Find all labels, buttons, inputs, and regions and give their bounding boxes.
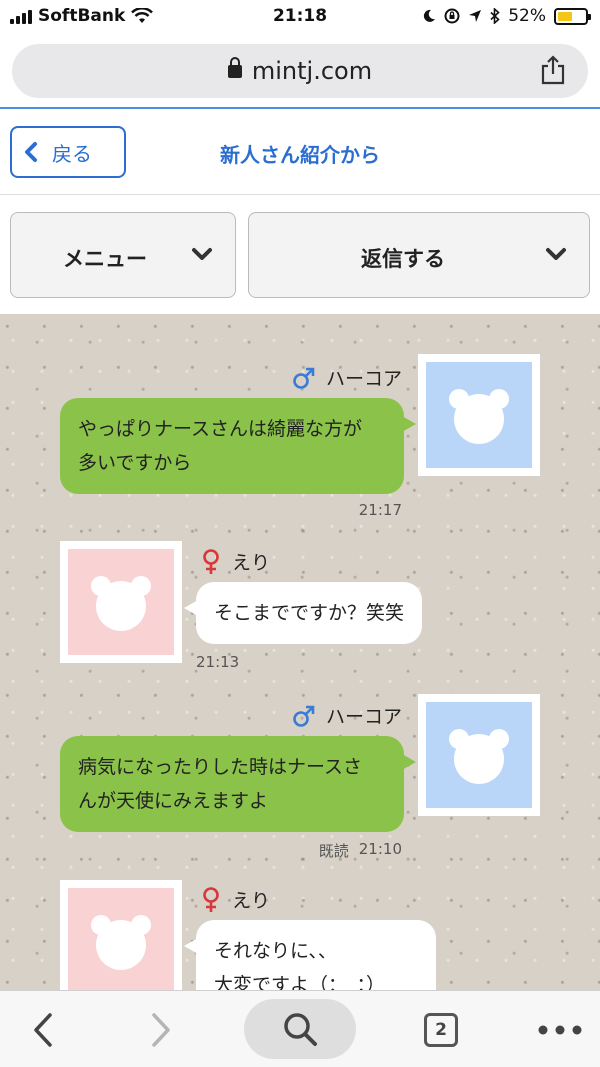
tabs-button[interactable]: 2 [416, 991, 466, 1067]
chevron-down-icon [192, 248, 212, 260]
bear-avatar-icon [91, 576, 151, 631]
message-line: 病気になったりした時はナースさ [78, 756, 363, 778]
message-meta: 既読 21:10 [319, 840, 402, 861]
sender-name: ハーコア [325, 706, 402, 728]
chevron-down-icon [546, 248, 566, 260]
avatar-image [68, 549, 174, 655]
address-bar[interactable]: mintj.com [12, 44, 588, 98]
avatar-image [68, 888, 174, 990]
sender-name-row: ハーコア [292, 364, 402, 391]
message-bubble[interactable]: そこまでですか？笑笑 [183, 582, 423, 644]
location-icon [469, 10, 482, 22]
back-arrow-button[interactable] [18, 991, 68, 1067]
message-time: 21:17 [358, 501, 402, 519]
battery-percent: 52% [508, 6, 546, 26]
page-header: 戻る 新人さん紹介から [0, 109, 600, 195]
share-icon[interactable] [540, 55, 566, 85]
sender-name: ハーコア [325, 368, 402, 390]
menu-label: メニュー [63, 247, 147, 271]
search-button[interactable] [244, 999, 356, 1059]
rotation-lock-icon [444, 8, 460, 24]
message-line: 大変ですよ（： ：） [214, 974, 386, 990]
message-time: 21:13 [196, 653, 240, 671]
lock-icon [227, 57, 242, 78]
avatar-image [426, 702, 532, 808]
male-icon [293, 705, 315, 727]
url-display[interactable]: mintj.com [12, 57, 588, 85]
message-bubble[interactable]: 病気になったりした時はナースさ んが天使にみえますよ [60, 736, 416, 832]
reply-dropdown[interactable]: 返信する [248, 212, 590, 298]
message-line: やっぱりナースさんは綺麗な方が [78, 418, 363, 440]
avatar[interactable] [60, 541, 182, 663]
moon-icon [424, 9, 436, 22]
read-receipt: 既読 [318, 842, 349, 860]
female-icon [203, 548, 219, 574]
sender-name: えり [232, 890, 271, 912]
reply-label: 返信する [361, 247, 445, 271]
tabs-icon: 2 [424, 1012, 458, 1047]
action-row: メニュー 返信する [0, 195, 600, 314]
battery-fill [558, 11, 572, 21]
more-icon [538, 1025, 582, 1034]
sender-name: えり [232, 552, 271, 574]
message-line: そこまでですか？笑笑 [214, 602, 405, 624]
browser-toolbar: 2 [0, 990, 600, 1067]
status-bar: SoftBank 21:18 52% [0, 0, 600, 34]
bluetooth-icon [490, 8, 500, 24]
message-line: んが天使にみえますよ [78, 790, 269, 812]
avatar[interactable] [418, 354, 540, 476]
bear-avatar-icon [449, 389, 509, 444]
search-icon [284, 1013, 317, 1046]
message-line: 多いですから [78, 452, 192, 474]
message-bubble[interactable]: それなりに、、 大変ですよ（： ：） [184, 920, 436, 990]
message-time: 21:10 [358, 840, 402, 858]
status-right: 52% [422, 6, 591, 26]
back-arrow-icon [34, 1012, 52, 1047]
sender-name-row: えり [200, 886, 270, 913]
bear-avatar-icon [449, 729, 509, 784]
message-line: それなりに、、 [214, 940, 337, 962]
male-icon [293, 367, 315, 389]
more-button[interactable] [530, 991, 590, 1067]
bear-avatar-icon [91, 915, 151, 970]
message-bubble[interactable]: やっぱりナースさんは綺麗な方が 多いですから [60, 398, 416, 494]
url-text: mintj.com [251, 57, 373, 85]
menu-dropdown[interactable]: メニュー [10, 212, 236, 298]
sender-name-row: えり [200, 548, 270, 575]
page-title: 新人さん紹介から [220, 143, 380, 167]
forward-arrow-icon [152, 1012, 170, 1047]
battery-icon [554, 7, 591, 25]
avatar-image [426, 362, 532, 468]
forward-arrow-button[interactable] [136, 991, 186, 1067]
chat-area[interactable]: ハーコア やっぱりナースさんは綺麗な方が 多いですから 21:17 えり そこま… [0, 314, 600, 990]
sender-name-row: ハーコア [292, 702, 402, 729]
avatar[interactable] [418, 694, 540, 816]
female-icon [203, 886, 219, 912]
avatar[interactable] [60, 880, 182, 990]
tab-count: 2 [435, 1019, 447, 1040]
